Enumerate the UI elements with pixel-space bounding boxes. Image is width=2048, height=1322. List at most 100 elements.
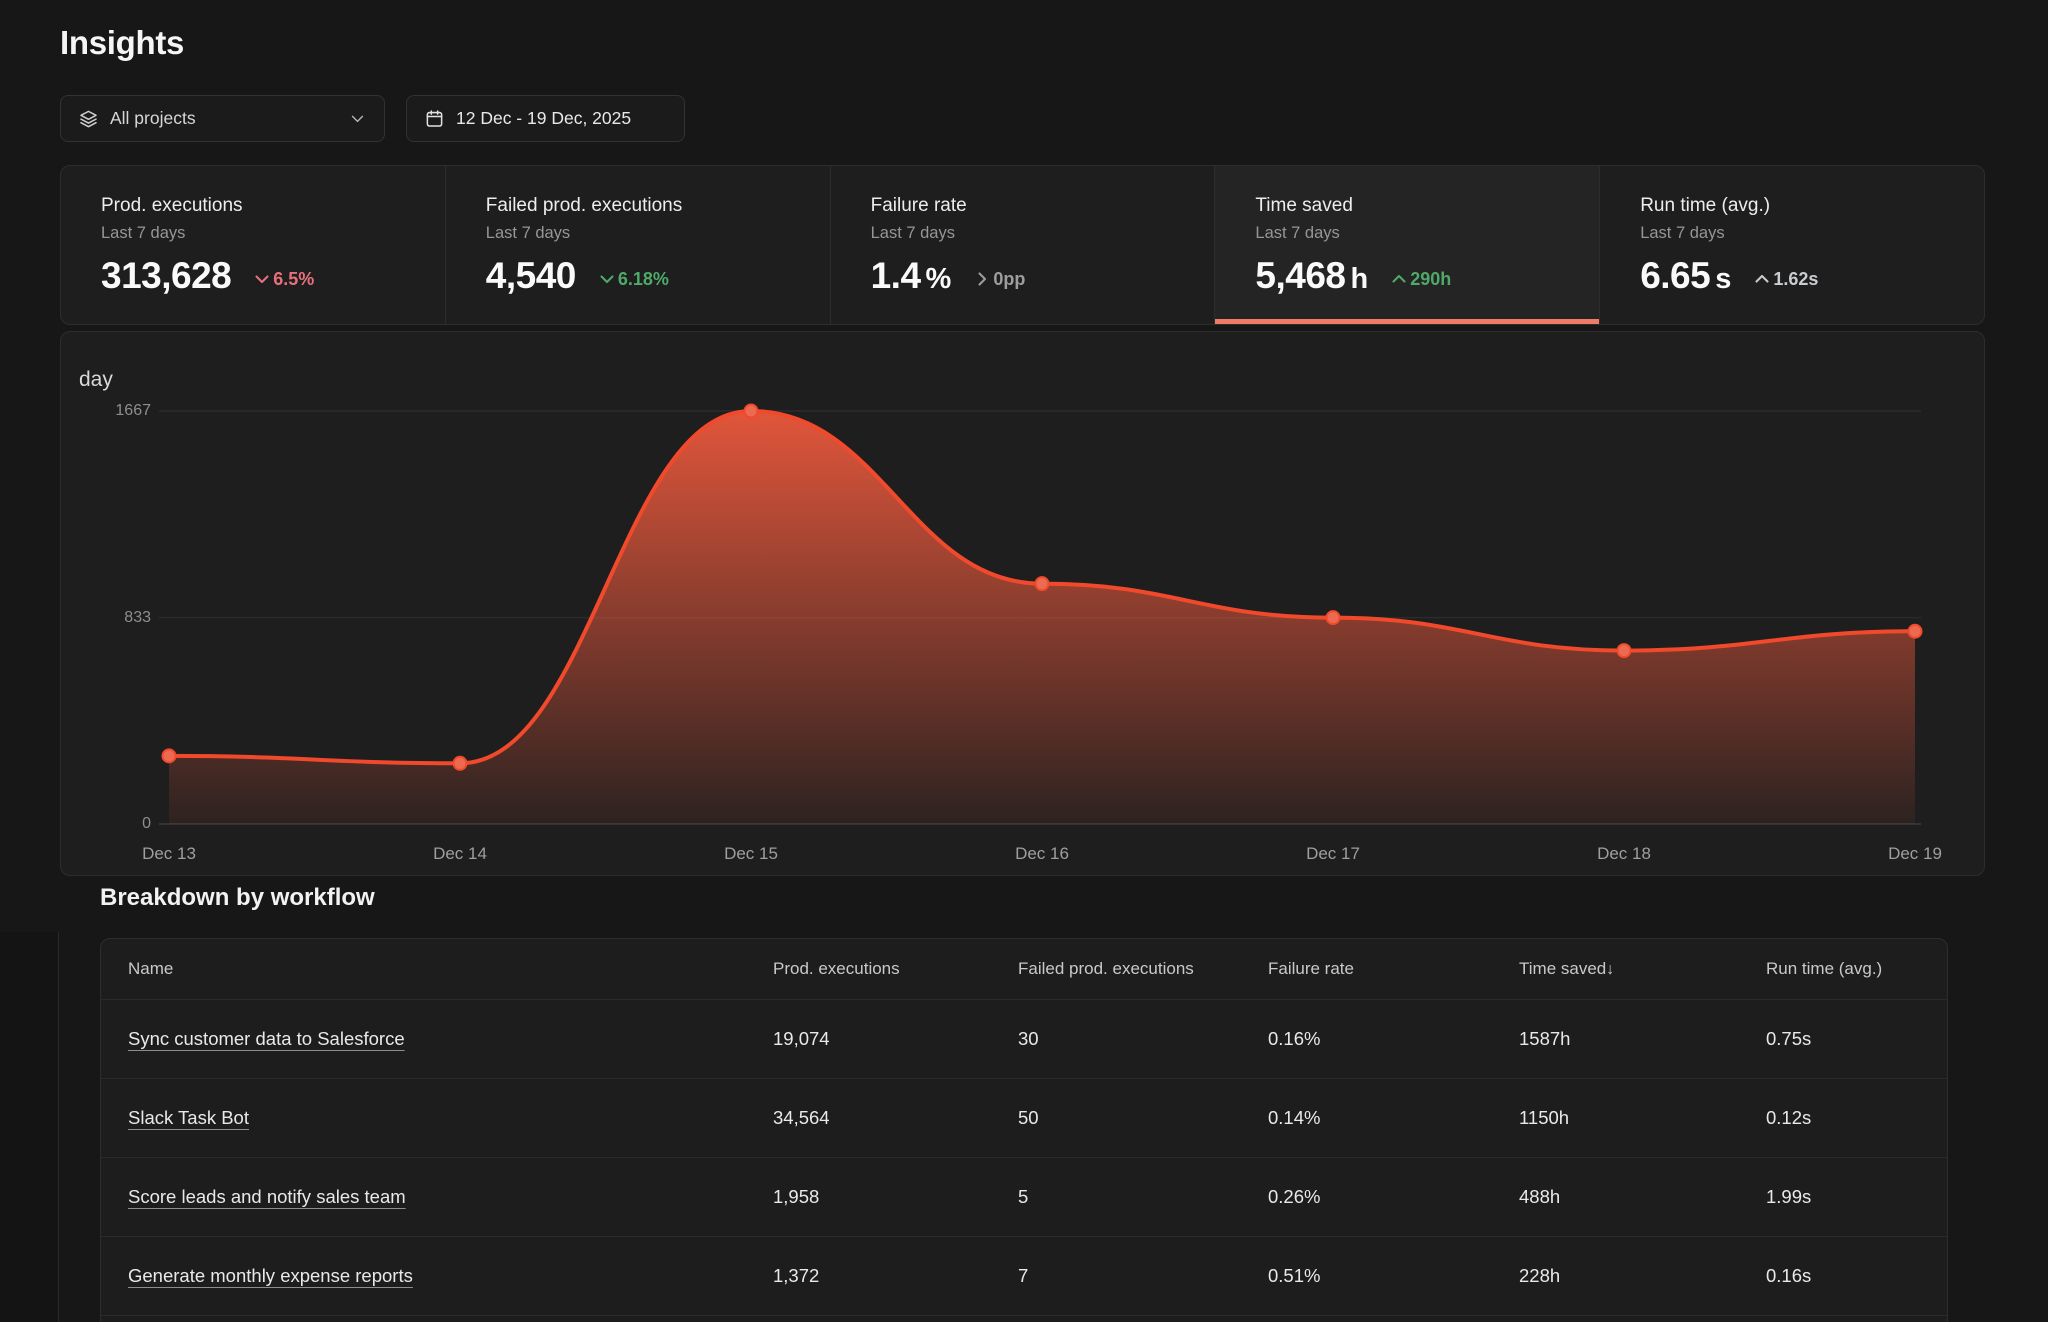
table-cell: 1,958 (773, 1186, 1018, 1208)
table-cell: 50 (1018, 1107, 1268, 1129)
x-tick-label-Dec-16: Dec 16 (997, 844, 1087, 864)
column-header-time-saved[interactable]: Time saved↓ (1519, 959, 1766, 979)
chevron-down-icon (349, 110, 366, 127)
chart-point-Dec-14[interactable] (454, 757, 467, 770)
metric-card-1[interactable]: Failed prod. executions Last 7 days 4,540 6… (446, 166, 831, 324)
table-header-row: NameProd. executionsFailed prod. executi… (101, 939, 1947, 1000)
time-saved-chart-panel: day 08331667 Dec 13Dec 14Dec 15Dec 16Dec… (60, 331, 1985, 876)
delta-down-chevron-icon (253, 270, 271, 288)
layers-icon (79, 109, 98, 128)
table-cell: 0.26% (1268, 1186, 1519, 1208)
workflow-link[interactable]: Score leads and notify sales team (128, 1186, 406, 1207)
metric-card-4[interactable]: Run time (avg.)Last 7 days6.65s1.62s (1600, 166, 1984, 324)
workflow-link[interactable]: Slack Task Bot (128, 1107, 249, 1128)
metric-unit: s (1715, 263, 1731, 296)
calendar-icon (425, 109, 444, 128)
chart-point-Dec-13[interactable] (163, 749, 176, 762)
chart-point-Dec-19[interactable] (1909, 625, 1922, 638)
metric-delta: 1.62s (1753, 269, 1818, 290)
metric-value-row: 313,628 6.5% (101, 255, 445, 297)
metric-title: Failure rate (871, 195, 1215, 217)
column-header-prod-executions[interactable]: Prod. executions (773, 959, 1018, 979)
workflow-name-cell: Sync customer data to Salesforce (128, 1028, 773, 1050)
metric-card-2[interactable]: Failure rateLast 7 days1.4%0pp (831, 166, 1216, 324)
metric-delta-value: 1.62s (1773, 269, 1818, 290)
breakdown-heading: Breakdown by workflow (100, 884, 375, 912)
x-tick-label-Dec-17: Dec 17 (1288, 844, 1378, 864)
metric-title: Run time (avg.) (1640, 195, 1984, 217)
metric-card-3[interactable]: Time savedLast 7 days5,468h290h (1215, 166, 1600, 324)
chart-point-Dec-15[interactable] (745, 405, 758, 418)
metric-delta-value: 0pp (993, 269, 1025, 290)
metric-cards-panel: Prod. executions Last 7 days 313,628 6.5% Fa… (60, 165, 1985, 325)
workflow-name-cell: Slack Task Bot (128, 1107, 773, 1129)
table-cell: 0.16s (1766, 1265, 1947, 1287)
table-cell: 0.16% (1268, 1028, 1519, 1050)
column-header-run-time-avg-[interactable]: Run time (avg.) (1766, 959, 1947, 979)
chart-point-Dec-17[interactable] (1327, 611, 1340, 624)
sort-descending-icon: ↓ (1606, 961, 1614, 978)
table-cell: 0.75s (1766, 1028, 1947, 1050)
metric-title: Prod. executions (101, 195, 445, 217)
delta-down-chevron-icon (598, 270, 616, 288)
metric-subtitle: Last 7 days (1255, 224, 1599, 243)
y-tick-label-0: 0 (79, 814, 151, 834)
column-header-name[interactable]: Name (128, 959, 773, 979)
selected-card-accent-bar (1215, 319, 1599, 324)
table-row: Slack Task Bot 34,564500.14%1150h0.12s (101, 1079, 1947, 1158)
table-row: Generate monthly expense reports1,37270.… (101, 1237, 1947, 1316)
delta-up-chevron-icon (1753, 270, 1771, 288)
metric-title: Failed prod. executions (486, 195, 830, 217)
delta-neutral-chevron-icon (973, 270, 991, 288)
column-header-failed-prod-executions[interactable]: Failed prod. executions (1018, 959, 1268, 979)
table-cell: 0.51% (1268, 1265, 1519, 1287)
metric-value: 4,540 (486, 255, 576, 297)
x-tick-label-Dec-13: Dec 13 (124, 844, 214, 864)
table-cell: 488h (1519, 1186, 1766, 1208)
x-tick-label-Dec-14: Dec 14 (415, 844, 505, 864)
metric-delta-value: 290h (1410, 269, 1451, 290)
project-selector-dropdown[interactable]: All projects (60, 95, 385, 142)
insights-dashboard: Insights All projects (0, 0, 2048, 1322)
y-tick-label-1667: 1667 (79, 401, 151, 421)
table-cell: 1,372 (773, 1265, 1018, 1287)
x-tick-label-Dec-19: Dec 19 (1870, 844, 1960, 864)
metric-title: Time saved (1255, 195, 1599, 217)
metric-subtitle: Last 7 days (486, 224, 830, 243)
metric-delta: 0pp (973, 269, 1025, 290)
metric-delta: 6.18% (598, 269, 669, 290)
metric-value: 6.65 (1640, 255, 1710, 297)
metric-card-0[interactable]: Prod. executions Last 7 days 313,628 6.5% (61, 166, 446, 324)
workflow-breakdown-table: NameProd. executionsFailed prod. executi… (100, 938, 1948, 1322)
table-row: Score leads and notify sales team1,95850… (101, 1158, 1947, 1237)
left-edge-strip (0, 932, 58, 1322)
x-tick-label-Dec-15: Dec 15 (706, 844, 796, 864)
chart-point-Dec-16[interactable] (1036, 577, 1049, 590)
metric-value: 313,628 (101, 255, 231, 297)
table-cell: 1587h (1519, 1028, 1766, 1050)
table-cell: 30 (1018, 1028, 1268, 1050)
table-cell: 0.14% (1268, 1107, 1519, 1129)
table-cell: 19,074 (773, 1028, 1018, 1050)
table-cell: 228h (1519, 1265, 1766, 1287)
table-cell: 0.12s (1766, 1107, 1947, 1129)
date-range-value: 12 Dec - 19 Dec, 2025 (456, 108, 631, 129)
x-tick-label-Dec-18: Dec 18 (1579, 844, 1669, 864)
column-header-failure-rate[interactable]: Failure rate (1268, 959, 1519, 979)
metric-delta: 290h (1390, 269, 1451, 290)
table-cell: 1150h (1519, 1107, 1766, 1129)
table-cell: 34,564 (773, 1107, 1018, 1129)
filter-bar: All projects 12 Dec - 19 Dec, 2025 (60, 95, 685, 142)
metric-subtitle: Last 7 days (101, 224, 445, 243)
date-range-button[interactable]: 12 Dec - 19 Dec, 2025 (406, 95, 685, 142)
workflow-link[interactable]: Generate monthly expense reports (128, 1265, 413, 1286)
workflow-name-cell: Score leads and notify sales team (128, 1186, 773, 1208)
metric-delta: 6.5% (253, 269, 314, 290)
metric-unit: h (1350, 263, 1368, 296)
table-cell: 7 (1018, 1265, 1268, 1287)
chart-point-Dec-18[interactable] (1618, 644, 1631, 657)
table-row-partial (101, 1316, 1947, 1322)
metric-value-row: 4,540 6.18% (486, 255, 830, 297)
workflow-link[interactable]: Sync customer data to Salesforce (128, 1028, 405, 1049)
table-cell: 1.99s (1766, 1186, 1947, 1208)
